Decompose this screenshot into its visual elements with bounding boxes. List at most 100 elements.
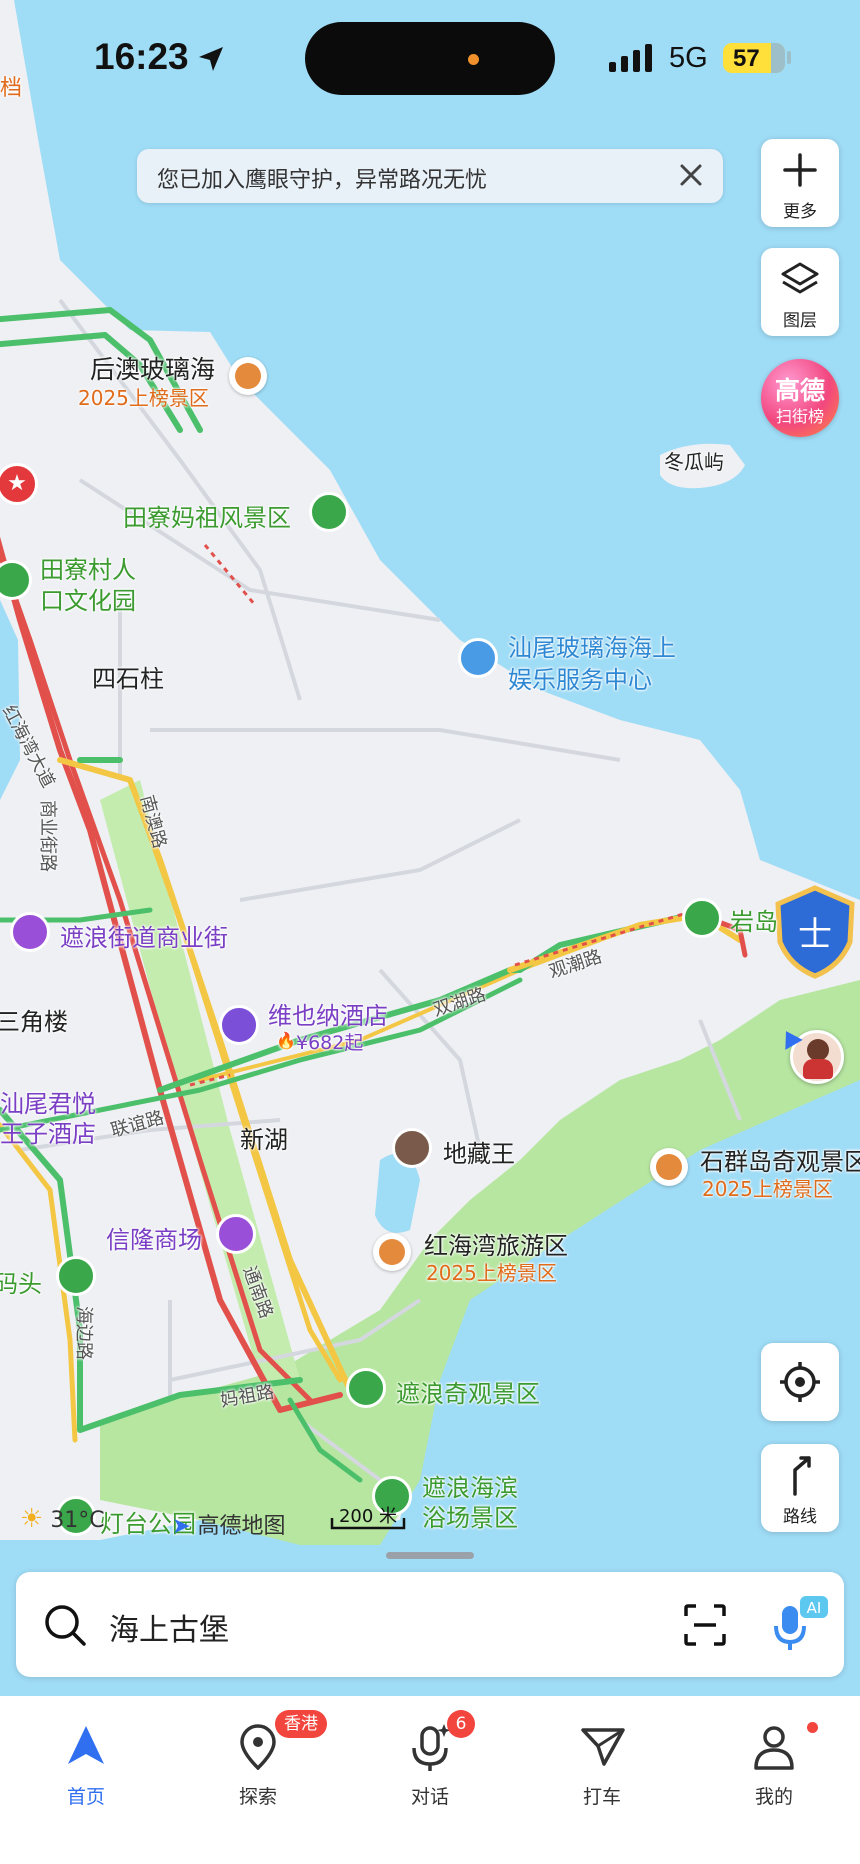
layers-button[interactable]: 图层: [761, 248, 839, 336]
label-vienna-price: ¥682起: [296, 1032, 364, 1054]
svg-text:士: 士: [798, 915, 832, 955]
label-xinhu[interactable]: 新湖: [240, 1120, 288, 1155]
route-arrow-icon: [793, 1456, 811, 1496]
label-vienna-hotel[interactable]: 维也纳酒店: [268, 996, 388, 1031]
poi-icon-hotel[interactable]: [219, 1005, 259, 1045]
tab-home-label: 首页: [66, 1786, 105, 1808]
status-time: 16:23: [94, 36, 189, 77]
label-tianliao-village-1[interactable]: 田寮村人: [40, 550, 136, 585]
battery-level: 57: [733, 45, 760, 72]
layers-icon: [781, 262, 819, 294]
label-tianliao-village-2[interactable]: 口文化园: [40, 581, 136, 616]
poi-icon-honghaiwan[interactable]: [373, 1233, 411, 1271]
plus-icon: [783, 153, 817, 187]
label-zhelang-street[interactable]: 遮浪街道商业街: [60, 918, 228, 953]
svg-text:AI: AI: [807, 1599, 822, 1617]
label-dizangwang[interactable]: 地藏王: [443, 1134, 515, 1169]
poi-icon-shopping-street[interactable]: [10, 912, 50, 952]
corner-label: 档: [0, 76, 23, 101]
rank-shiqundao: 2025上榜景区: [702, 1177, 833, 1201]
brand-logo-icon: ➤: [172, 1514, 191, 1539]
scan-icon[interactable]: [684, 1604, 726, 1646]
weather-widget[interactable]: ☀ 31°C: [20, 1504, 105, 1534]
network-type: 5G: [669, 42, 708, 74]
poi-icon-zhelang-wonder[interactable]: [346, 1368, 386, 1408]
locate-crosshair-icon: [780, 1362, 820, 1402]
rank-houao: 2025上榜景区: [78, 386, 209, 410]
search-icon: [45, 1605, 86, 1646]
explore-badge: 香港: [275, 1710, 327, 1738]
label-tianliao-mazu[interactable]: 田寮妈祖风景区: [123, 498, 291, 533]
tab-taxi[interactable]: 打车: [547, 1710, 657, 1820]
label-honghaiwan[interactable]: 红海湾旅游区: [424, 1226, 568, 1261]
gaode-ranking-button[interactable]: 高德 扫街榜: [761, 359, 839, 437]
label-zhelang-wonder[interactable]: 遮浪奇观景区: [396, 1374, 540, 1409]
scale-bar: 200 米: [330, 1502, 406, 1530]
label-glass-sea-2[interactable]: 娱乐服务中心: [508, 660, 652, 695]
location-pin-icon: [240, 1724, 276, 1770]
weather-temp: 31°C: [50, 1508, 105, 1533]
tab-explore[interactable]: 香港 探索: [203, 1710, 327, 1820]
poi-icon-glass-sea[interactable]: [458, 638, 498, 678]
ai-voice-button[interactable]: AI: [768, 1594, 830, 1656]
route-label: 路线: [783, 1507, 817, 1527]
chat-badge: 6: [447, 1710, 475, 1738]
shield-badge-icon[interactable]: 士: [770, 884, 860, 980]
profile-dot-badge: [807, 1722, 818, 1733]
layers-label: 图层: [783, 311, 817, 331]
battery-icon: 57: [723, 43, 785, 73]
bottom-tab-bar: 首页 香港 探索 6 对话 打车 我的: [0, 1696, 860, 1864]
label-commercial-st: 商业街路: [37, 800, 58, 872]
brand-name: 高德地图: [197, 1514, 286, 1539]
label-matou[interactable]: 码头: [0, 1264, 42, 1299]
location-arrow-icon: [199, 47, 223, 71]
search-bar[interactable]: 海上古堡 AI: [16, 1572, 844, 1677]
tab-profile[interactable]: 我的: [719, 1710, 829, 1820]
label-glass-sea-1[interactable]: 汕尾玻璃海海上: [508, 628, 676, 663]
poi-icon-matou[interactable]: [56, 1256, 96, 1296]
tab-chat[interactable]: 6 对话: [375, 1710, 485, 1820]
label-xinlong-mall[interactable]: 信隆商场: [106, 1220, 202, 1255]
poi-icon-tianliao-mazu[interactable]: [309, 492, 349, 532]
label-houao[interactable]: 后澳玻璃海: [90, 350, 215, 386]
tab-profile-label: 我的: [754, 1786, 793, 1808]
label-sanjiaolou[interactable]: 三角楼: [0, 1002, 68, 1037]
label-beach-2[interactable]: 浴场景区: [422, 1498, 518, 1533]
sun-icon: ☀: [20, 1504, 44, 1534]
tab-taxi-label: 打车: [582, 1786, 621, 1808]
notice-text: 您已加入鹰眼守护，异常路况无忧: [157, 168, 488, 193]
poi-icon-xinlong-mall[interactable]: [216, 1214, 256, 1254]
label-yandao[interactable]: 岩岛: [730, 902, 778, 937]
rank-honghaiwan: 2025上榜景区: [426, 1261, 557, 1285]
label-shiqundao[interactable]: 石群岛奇观景区: [700, 1142, 860, 1177]
label-sishizhu[interactable]: 四石柱: [92, 659, 164, 694]
notice-banner[interactable]: 您已加入鹰眼守护，异常路况无忧: [137, 149, 723, 203]
more-label: 更多: [783, 202, 817, 222]
poi-icon-houao[interactable]: [229, 357, 267, 395]
locate-button[interactable]: [761, 1343, 839, 1421]
search-query: 海上古堡: [109, 1613, 229, 1648]
poi-icon-dizangwang[interactable]: [392, 1128, 432, 1168]
dynamic-island: [305, 22, 555, 95]
home-arrow-icon: [68, 1726, 104, 1764]
tab-chat-label: 对话: [410, 1786, 449, 1808]
label-haibian-rd: 海边路: [73, 1306, 94, 1360]
battery-tip: [787, 51, 791, 64]
microphone-icon: [412, 1724, 451, 1771]
label-junyue-2[interactable]: 王子酒店: [0, 1114, 96, 1149]
taxi-icon: [581, 1728, 625, 1766]
poi-icon-yandao[interactable]: [682, 898, 722, 938]
gaode-ranking-bottom: 扫街榜: [775, 407, 824, 426]
more-button[interactable]: 更多: [761, 139, 839, 227]
map-brand: ➤ 高德地图: [172, 1508, 285, 1540]
drawer-handle[interactable]: [386, 1552, 474, 1559]
close-icon[interactable]: [673, 157, 709, 193]
ai-microphone-icon: AI: [774, 1596, 828, 1650]
gaode-ranking-top: 高德: [774, 376, 825, 405]
route-button[interactable]: 路线: [761, 1444, 839, 1532]
tab-home[interactable]: 首页: [31, 1710, 141, 1820]
fire-icon: 🔥: [276, 1031, 296, 1050]
tab-explore-label: 探索: [238, 1786, 277, 1808]
poi-icon-shiqundao[interactable]: [650, 1148, 688, 1186]
label-dongguayu[interactable]: 冬瓜屿: [664, 446, 724, 475]
